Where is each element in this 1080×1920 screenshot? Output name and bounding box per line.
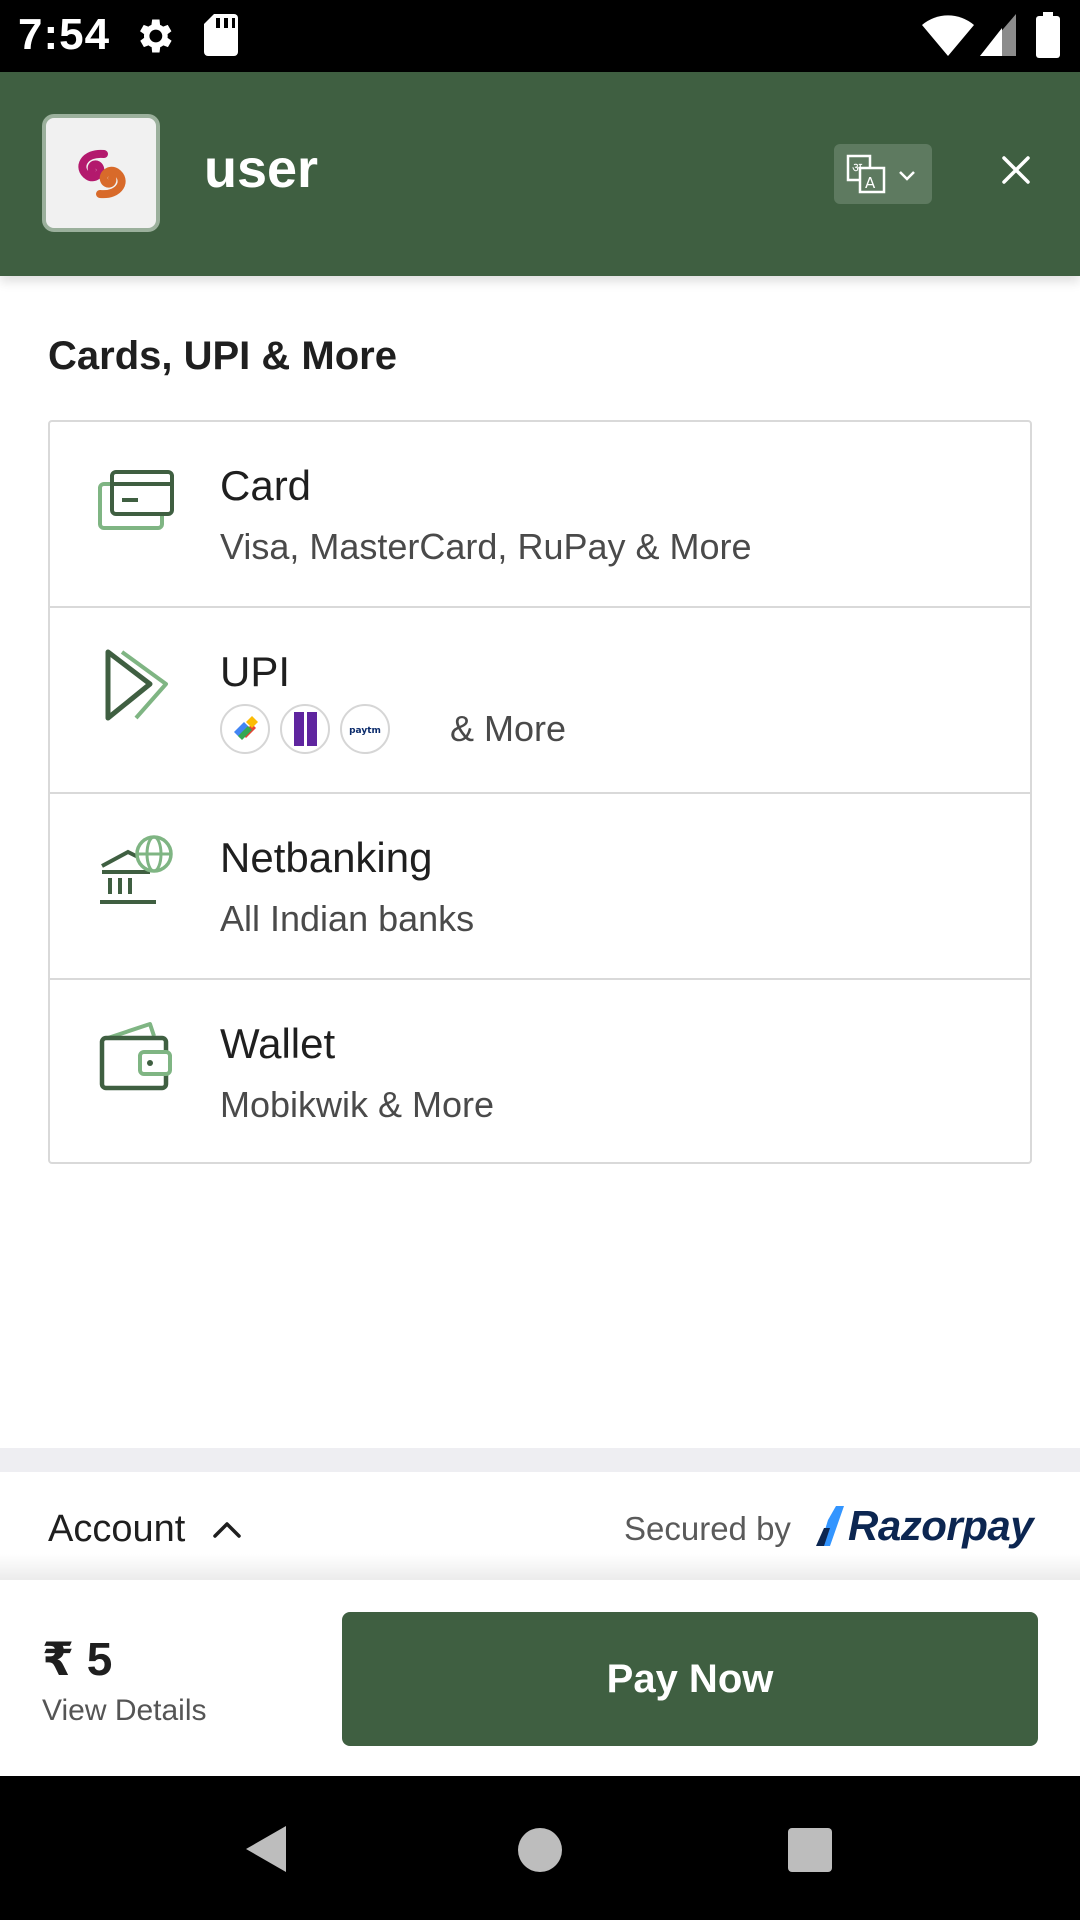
section-title: Cards, UPI & More <box>48 334 397 378</box>
phonepe-icon <box>280 704 330 754</box>
merchant-name: user <box>204 139 319 199</box>
paytm-icon: paytm <box>340 704 390 754</box>
chevron-up-icon[interactable] <box>212 1518 242 1540</box>
sd-card-icon <box>204 14 238 56</box>
method-subtitle: Mobikwik & More <box>220 1084 495 1125</box>
navigation-bar <box>0 1776 1080 1920</box>
bank-icon <box>100 835 173 904</box>
card-icon <box>98 470 174 530</box>
method-netbanking[interactable]: Netbanking All Indian banks <box>50 794 1030 980</box>
merchant-logo <box>42 114 160 232</box>
svg-text:अ: अ <box>852 161 863 176</box>
payment-methods-list: Card Visa, MasterCard, RuPay & More UPI <box>48 420 1032 1164</box>
paytm-label: paytm <box>349 726 381 736</box>
amount: ₹ 5 <box>42 1633 113 1685</box>
pay-bar: ₹ 5 View Details Pay Now <box>0 1580 1080 1776</box>
upi-icon <box>105 649 168 721</box>
gear-icon <box>140 19 172 53</box>
language-selector[interactable]: अ A <box>834 144 932 204</box>
status-time: 7:54 <box>18 10 111 59</box>
method-subtitle: & More <box>450 708 567 749</box>
method-subtitle: Visa, MasterCard, RuPay & More <box>220 526 752 567</box>
google-pay-icon <box>220 704 270 754</box>
account-toggle[interactable]: Account <box>48 1508 185 1551</box>
battery-icon <box>1036 12 1060 58</box>
wifi-icon <box>922 15 974 56</box>
recents-icon[interactable] <box>788 1828 832 1872</box>
method-card[interactable]: Card Visa, MasterCard, RuPay & More <box>50 422 1030 608</box>
pay-now-button[interactable]: Pay Now <box>342 1612 1038 1746</box>
wallet-icon <box>99 1022 172 1091</box>
back-icon[interactable] <box>244 1824 288 1874</box>
signal-icon <box>980 14 1016 56</box>
view-details-link[interactable]: View Details <box>42 1694 207 1728</box>
status-bar: 7:54 <box>0 0 1080 72</box>
method-upi[interactable]: UPI paytm & More <box>50 608 1030 794</box>
header: user अ A <box>0 72 1080 276</box>
method-title: UPI <box>220 648 291 695</box>
svg-text:A: A <box>865 174 876 192</box>
method-title: Netbanking <box>220 834 433 881</box>
secured-by-label: Secured by <box>624 1510 791 1547</box>
method-title: Wallet <box>220 1020 336 1067</box>
account-row: Account Secured by Razorpay <box>0 1472 1080 1580</box>
razorpay-brand: Razorpay <box>848 1502 1034 1549</box>
close-icon[interactable] <box>998 152 1034 188</box>
method-wallet[interactable]: Wallet Mobikwik & More <box>50 980 1030 1166</box>
translate-icon: अ A <box>846 154 915 194</box>
merchant-logo-icon <box>78 149 126 199</box>
divider <box>0 1448 1080 1472</box>
home-icon[interactable] <box>518 1828 562 1872</box>
razorpay-mark-icon <box>816 1506 844 1546</box>
method-title: Card <box>220 462 312 509</box>
method-subtitle: All Indian banks <box>220 898 475 939</box>
